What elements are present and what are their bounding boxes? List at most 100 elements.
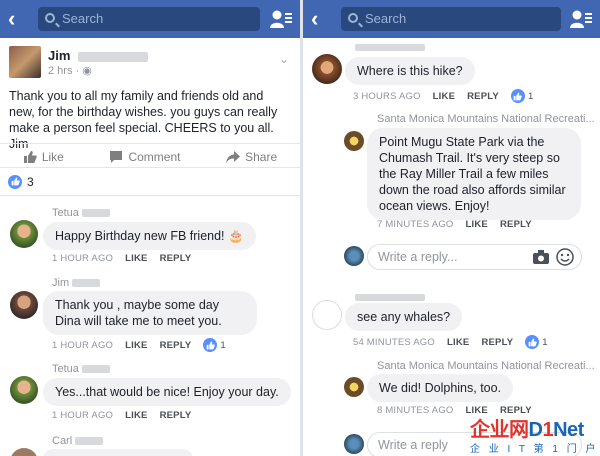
share-button[interactable]: Share <box>226 150 277 164</box>
reply-placeholder: Write a reply... <box>378 250 458 264</box>
reaction-count: 3 <box>27 174 34 189</box>
post: Jim 2 hrs · ◉ ⌄ Thank you to all my fami… <box>0 38 300 168</box>
back-icon[interactable]: ‹ <box>8 6 15 32</box>
comment-likes[interactable]: 1 <box>510 89 534 103</box>
chevron-down-icon[interactable]: ⌄ <box>279 52 289 66</box>
top-bar: ‹ Search <box>0 0 300 38</box>
post-time[interactable]: 2 hrs · ◉ <box>48 64 92 77</box>
comment-like-count: 1 <box>542 336 548 348</box>
reply-time: 7 MINUTES AGO <box>377 219 454 230</box>
friend-requests-icon[interactable] <box>570 9 592 29</box>
comment-time: 1 HOUR AGO <box>52 253 114 264</box>
search-input[interactable]: Search <box>341 7 561 31</box>
user-avatar[interactable] <box>344 434 364 454</box>
commenter-avatar[interactable] <box>312 300 342 330</box>
reply-bubble: Point Mugu State Park via the Chumash Tr… <box>367 128 581 220</box>
commenter-name[interactable]: Carl <box>52 435 104 447</box>
like-reaction-icon <box>203 338 218 352</box>
reply-time: 8 MINUTES AGO <box>377 405 454 416</box>
reply-author-name[interactable]: Santa Monica Mountains National Recreati… <box>377 113 595 125</box>
back-icon[interactable]: ‹ <box>311 6 318 32</box>
like-reaction-icon <box>525 335 540 349</box>
like-label: Like <box>41 149 64 164</box>
search-input[interactable]: Search <box>38 7 260 31</box>
reply-reply-button[interactable]: REPLY <box>500 219 532 230</box>
comment-icon <box>110 150 123 163</box>
comment-likes[interactable]: 1 <box>525 335 548 349</box>
share-label: Share <box>245 149 278 164</box>
comment-reply-button[interactable]: REPLY <box>160 340 192 351</box>
watermark-part: 企业网 <box>470 419 529 441</box>
friend-requests-icon[interactable] <box>270 9 292 29</box>
comment-likes[interactable]: 1 <box>203 338 226 352</box>
redacted-name <box>78 51 149 62</box>
commenter-avatar[interactable] <box>10 376 38 404</box>
comment-meta: 54 MINUTES AGO LIKE REPLY 1 <box>353 335 548 349</box>
commenter-name-text[interactable]: Carl <box>52 435 72 447</box>
search-placeholder: Search <box>62 11 104 26</box>
commenter-avatar[interactable] <box>10 291 38 319</box>
post-time-text: 2 hrs · <box>48 65 80 77</box>
comment-reply-button[interactable]: REPLY <box>160 410 192 421</box>
watermark-part: D <box>528 419 543 441</box>
comment-like-count: 1 <box>527 90 534 102</box>
commenter-name[interactable]: Tetua <box>52 363 110 375</box>
reply-meta: 7 MINUTES AGO LIKE REPLY <box>377 219 532 230</box>
comment-reply-button[interactable]: REPLY <box>467 91 499 102</box>
reply-like-button[interactable]: LIKE <box>466 219 488 230</box>
comment-like-button[interactable]: LIKE <box>433 91 455 102</box>
redacted-name <box>81 365 110 374</box>
right-panel: ‹ Search Where is this hike? 3 HOURS AGO… <box>303 0 600 456</box>
comment-reply-button[interactable]: REPLY <box>160 253 192 264</box>
commenter-name[interactable] <box>355 41 425 53</box>
commenter-avatar[interactable] <box>10 220 38 248</box>
comment-bubble: Yes...that would be nice! Enjoy your day… <box>43 378 291 406</box>
comment-like-button[interactable]: LIKE <box>125 410 147 421</box>
author-avatar[interactable] <box>9 46 41 78</box>
watermark-part: 1 <box>542 419 554 441</box>
search-icon <box>45 13 55 23</box>
redacted-name <box>355 293 425 301</box>
commenter-avatar[interactable] <box>10 448 38 456</box>
commenter-name-text[interactable]: Jim <box>52 277 69 289</box>
emoji-icon[interactable] <box>556 248 574 266</box>
search-icon <box>348 13 358 23</box>
park-badge-avatar[interactable] <box>344 131 364 151</box>
reply-input[interactable]: Write a reply... <box>367 244 582 270</box>
comment-meta: 3 HOURS AGO LIKE REPLY 1 <box>353 89 533 103</box>
watermark-title: 企业网D1Net <box>470 413 584 442</box>
reply-placeholder: Write a reply <box>378 438 448 452</box>
reply-author-name[interactable]: Santa Monica Mountains National Recreati… <box>377 360 595 372</box>
comment-bubble <box>43 449 193 456</box>
commenter-name[interactable] <box>355 291 425 303</box>
comment-like-button[interactable]: LIKE <box>447 337 469 348</box>
commenter-name-text[interactable]: Tetua <box>52 363 79 375</box>
camera-icon[interactable] <box>533 250 549 264</box>
comment-bubble: Thank you , maybe some day Dina will tak… <box>43 291 257 335</box>
post-actions: Like Comment Share <box>0 143 300 169</box>
comment-reply-button[interactable]: REPLY <box>481 337 513 348</box>
commenter-name-text[interactable]: Tetua <box>52 207 79 219</box>
post-author[interactable]: Jim <box>48 48 149 63</box>
site-watermark-logo: 企业网D1Net 企 业 I T 第 1 门 户 <box>470 413 600 456</box>
park-badge-avatar[interactable] <box>344 377 364 397</box>
comment-like-button[interactable]: LIKE <box>125 253 147 264</box>
comment-time: 54 MINUTES AGO <box>353 336 435 348</box>
like-reaction-icon <box>510 89 525 103</box>
commenter-name[interactable]: Jim <box>52 277 101 289</box>
commenter-avatar[interactable] <box>312 54 342 84</box>
like-button[interactable]: Like <box>23 150 64 164</box>
comment-bubble: see any whales? <box>345 303 463 331</box>
comment-time: 1 HOUR AGO <box>52 410 114 421</box>
user-avatar[interactable] <box>344 246 364 266</box>
watermark-subtitle: 企 业 I T 第 1 门 户 <box>470 444 599 455</box>
commenter-name[interactable]: Tetua <box>52 207 110 219</box>
comment-button[interactable]: Comment <box>109 150 180 164</box>
comment-bubble: Happy Birthday new FB friend! 🎂 <box>43 222 256 250</box>
reactions-summary[interactable]: 3 <box>0 168 300 196</box>
search-placeholder: Search <box>365 11 407 26</box>
reply-bubble: We did! Dolphins, too. <box>367 374 514 402</box>
comment-bubble: Where is this hike? <box>345 57 475 85</box>
author-name[interactable]: Jim <box>48 48 70 63</box>
comment-like-button[interactable]: LIKE <box>125 340 147 351</box>
